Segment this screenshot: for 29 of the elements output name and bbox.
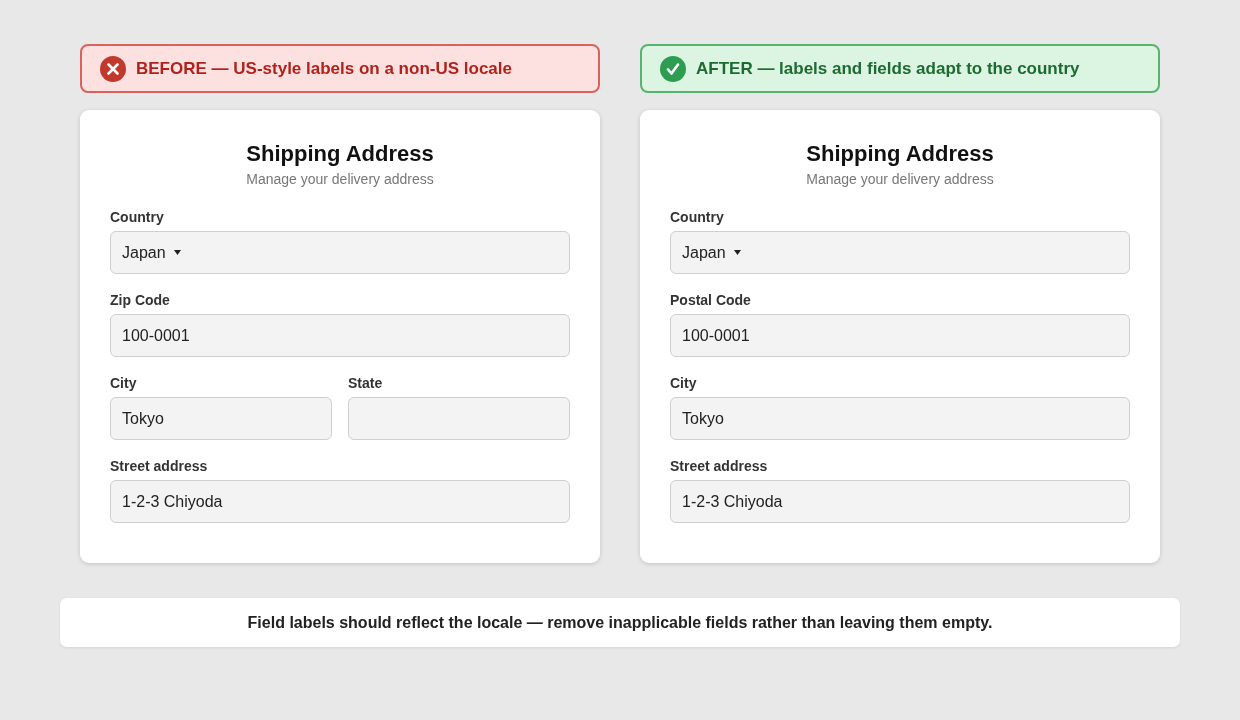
country-select[interactable]: Japan [670,231,1130,274]
input-field[interactable]: 100-0001 [670,314,1130,357]
caret-icon [733,250,741,255]
country-select[interactable]: Japan [110,231,570,274]
input-field[interactable]: Tokyo [110,397,332,440]
form-subtitle: Manage your delivery address [246,171,434,188]
banner-text: AFTER — labels and fields adapt to the country [696,58,1080,79]
note-text: Field labels should reflect the locale — remove inapplicable fields rather than leaving them empty. [247,613,993,632]
field-label: City [670,375,697,391]
input-field[interactable]: 1-2-3 Chiyoda [670,480,1130,523]
caret-icon [173,250,181,255]
check-circle-icon [660,55,686,82]
field-label: Street address [670,458,768,474]
input-field[interactable]: 1-2-3 Chiyoda [110,480,570,523]
form-title: Shipping Address [246,141,434,167]
input-field[interactable]: 100-0001 [110,314,570,357]
banner-text: BEFORE — US-style labels on a non-US locale [136,58,512,79]
field-label: Country [670,209,724,225]
field-label: State [348,375,383,391]
form-title: Shipping Address [806,141,994,167]
field-label: Postal Code [670,292,751,308]
field-label: Street address [110,458,208,474]
field-label: Country [110,209,164,225]
input-field[interactable] [348,397,570,440]
field-label: Zip Code [110,292,170,308]
x-circle-icon [100,55,126,82]
form-subtitle: Manage your delivery address [806,171,994,188]
input-field[interactable]: Tokyo [670,397,1130,440]
field-label: City [110,375,137,391]
